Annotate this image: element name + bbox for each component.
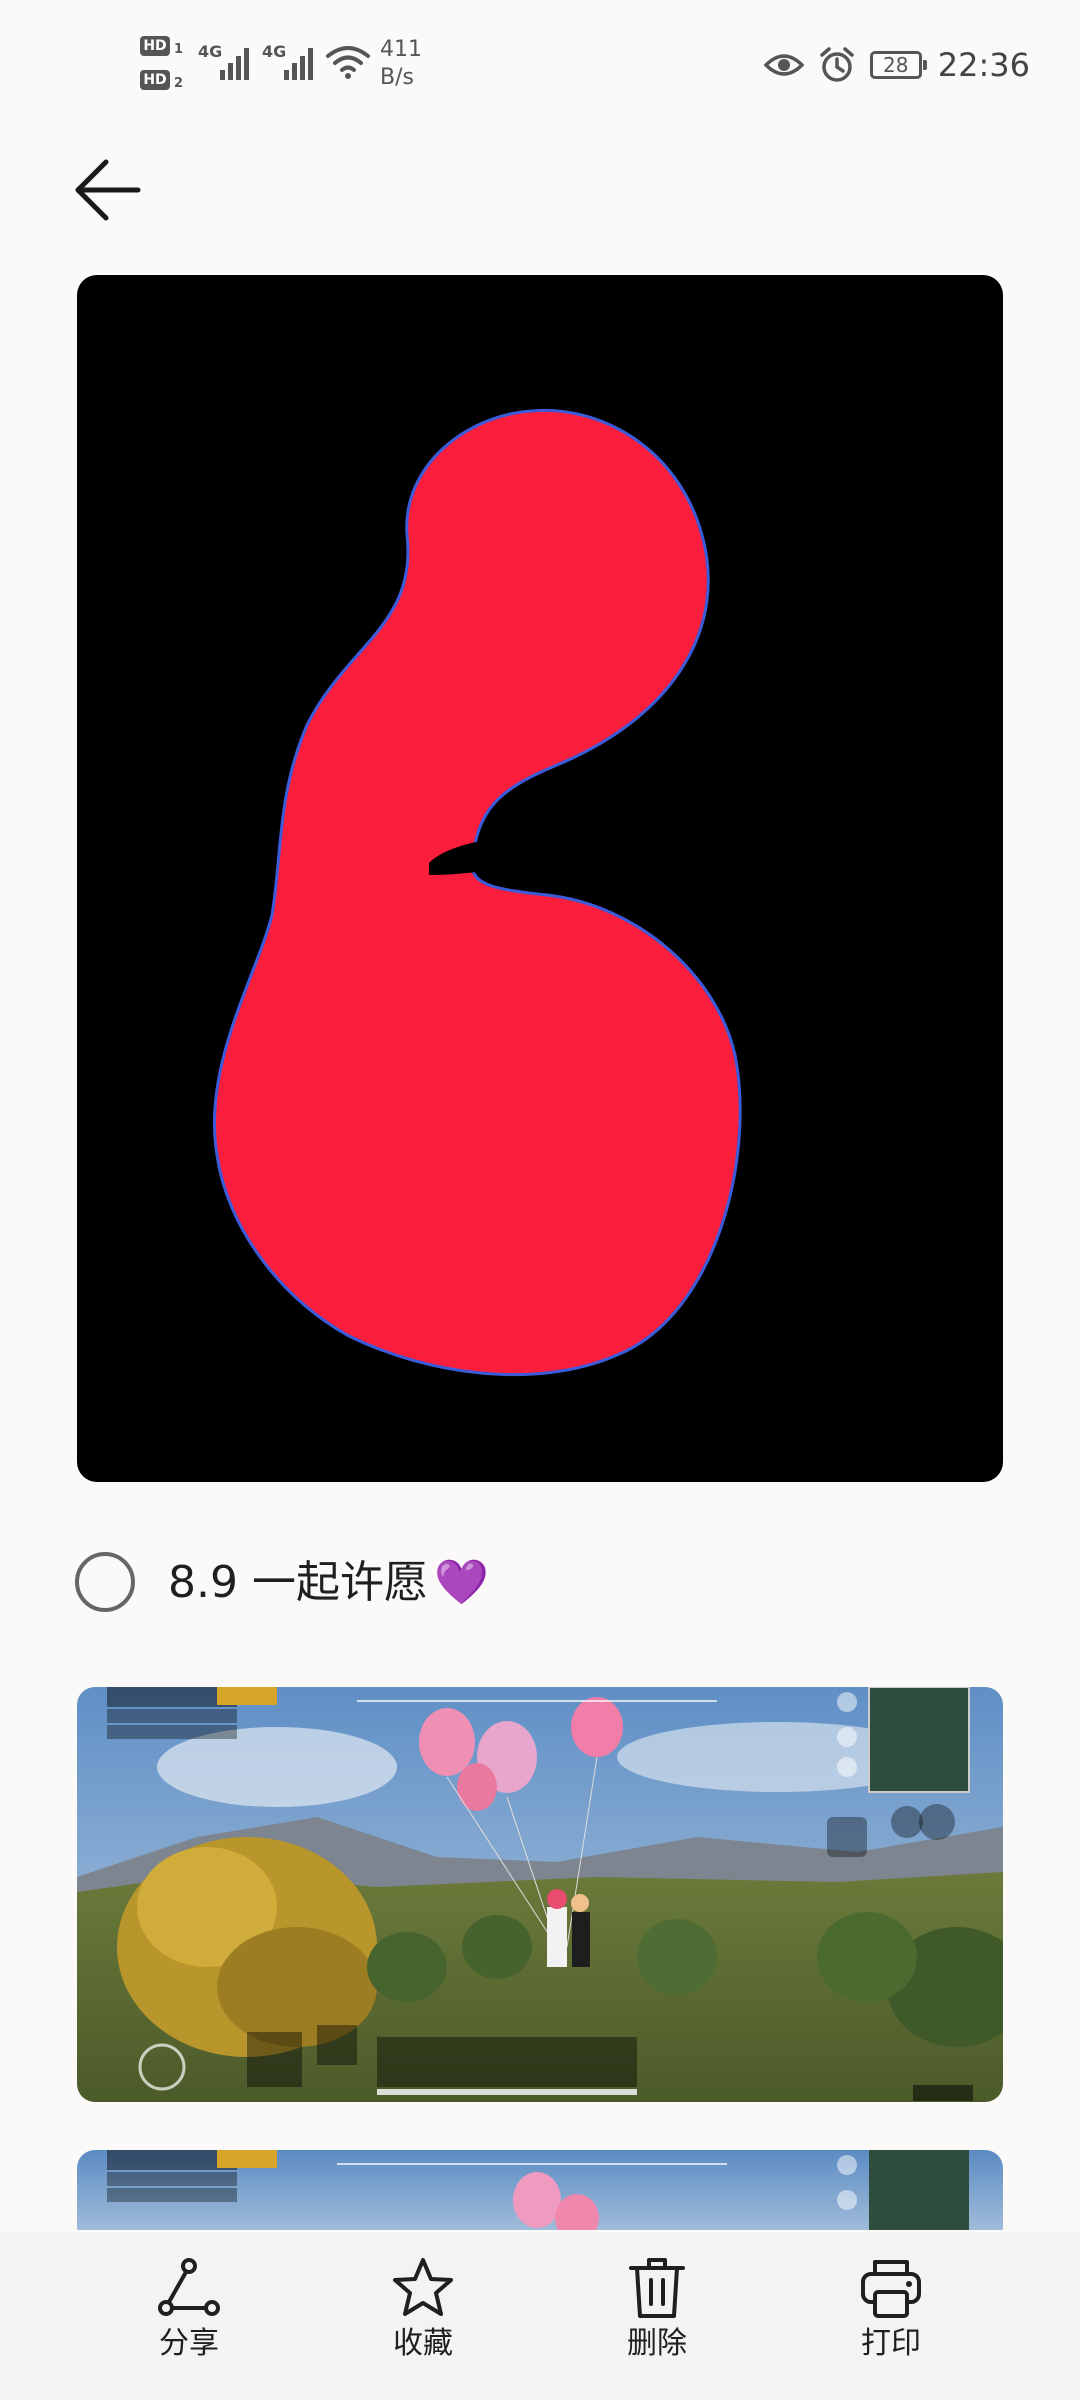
sim1-index: 1 [174, 42, 184, 57]
battery-indicator: 28 [869, 51, 927, 79]
network-speed-value: 411 [380, 37, 422, 62]
game-screenshot-thumbnail[interactable] [77, 1687, 1003, 2102]
favorite-label: 收藏 [393, 2326, 453, 2361]
game-screenshot-image-2 [77, 2150, 1003, 2230]
print-label: 打印 [861, 2326, 921, 2361]
wifi-icon [326, 46, 370, 79]
alarm-icon [820, 47, 854, 82]
status-bar: HD 1 HD 2 4G 4G 411 B/s 28 22:36 [0, 0, 1080, 130]
status-right-group: 28 22:36 [750, 40, 1030, 90]
sim2-index: 2 [174, 76, 184, 91]
game-screenshot-image [77, 1687, 1003, 2102]
delete-label: 删除 [627, 2326, 687, 2361]
signal-icon [220, 48, 249, 80]
sim-indicators: HD 1 HD 2 [140, 34, 190, 98]
arrow-left-icon [75, 159, 141, 221]
eye-icon [763, 54, 804, 76]
share-icon [158, 2258, 220, 2316]
star-icon [393, 2258, 453, 2316]
trash-icon [629, 2258, 685, 2318]
photo-album-screen: HD 1 HD 2 4G 4G 411 B/s 28 22:36 8.9 一起许… [0, 0, 1080, 2400]
print-icon [861, 2260, 921, 2318]
delete-button[interactable]: 删除 [587, 2256, 727, 2386]
share-label: 分享 [159, 2326, 219, 2361]
sim2-hd-badge: HD [140, 70, 170, 90]
network-type-1: 4G [198, 42, 223, 61]
network-type-2: 4G [262, 42, 287, 61]
network-speed-unit: B/s [380, 65, 414, 90]
game-screenshot-thumbnail-2[interactable] [77, 2150, 1003, 2230]
print-button[interactable]: 打印 [821, 2256, 961, 2386]
bottom-toolbar: 分享 收藏 删除 打印 [0, 2232, 1080, 2400]
signal-icon-2 [284, 48, 313, 80]
red-blob-image [212, 408, 742, 1377]
back-button[interactable] [70, 150, 150, 230]
status-time: 22:36 [937, 46, 1030, 84]
sim1-hd-badge: HD [140, 36, 170, 56]
select-checkbox[interactable] [75, 1552, 135, 1612]
share-button[interactable]: 分享 [119, 2256, 259, 2386]
network-speed: 411 B/s [380, 36, 422, 92]
album-title: 8.9 一起许愿 💜 [168, 1552, 489, 1614]
favorite-button[interactable]: 收藏 [353, 2256, 493, 2386]
main-photo[interactable] [77, 275, 1003, 1482]
album-title-text: 8.9 一起许愿 [168, 1557, 428, 1608]
purple-heart-emoji: 💜 [433, 1557, 489, 1608]
